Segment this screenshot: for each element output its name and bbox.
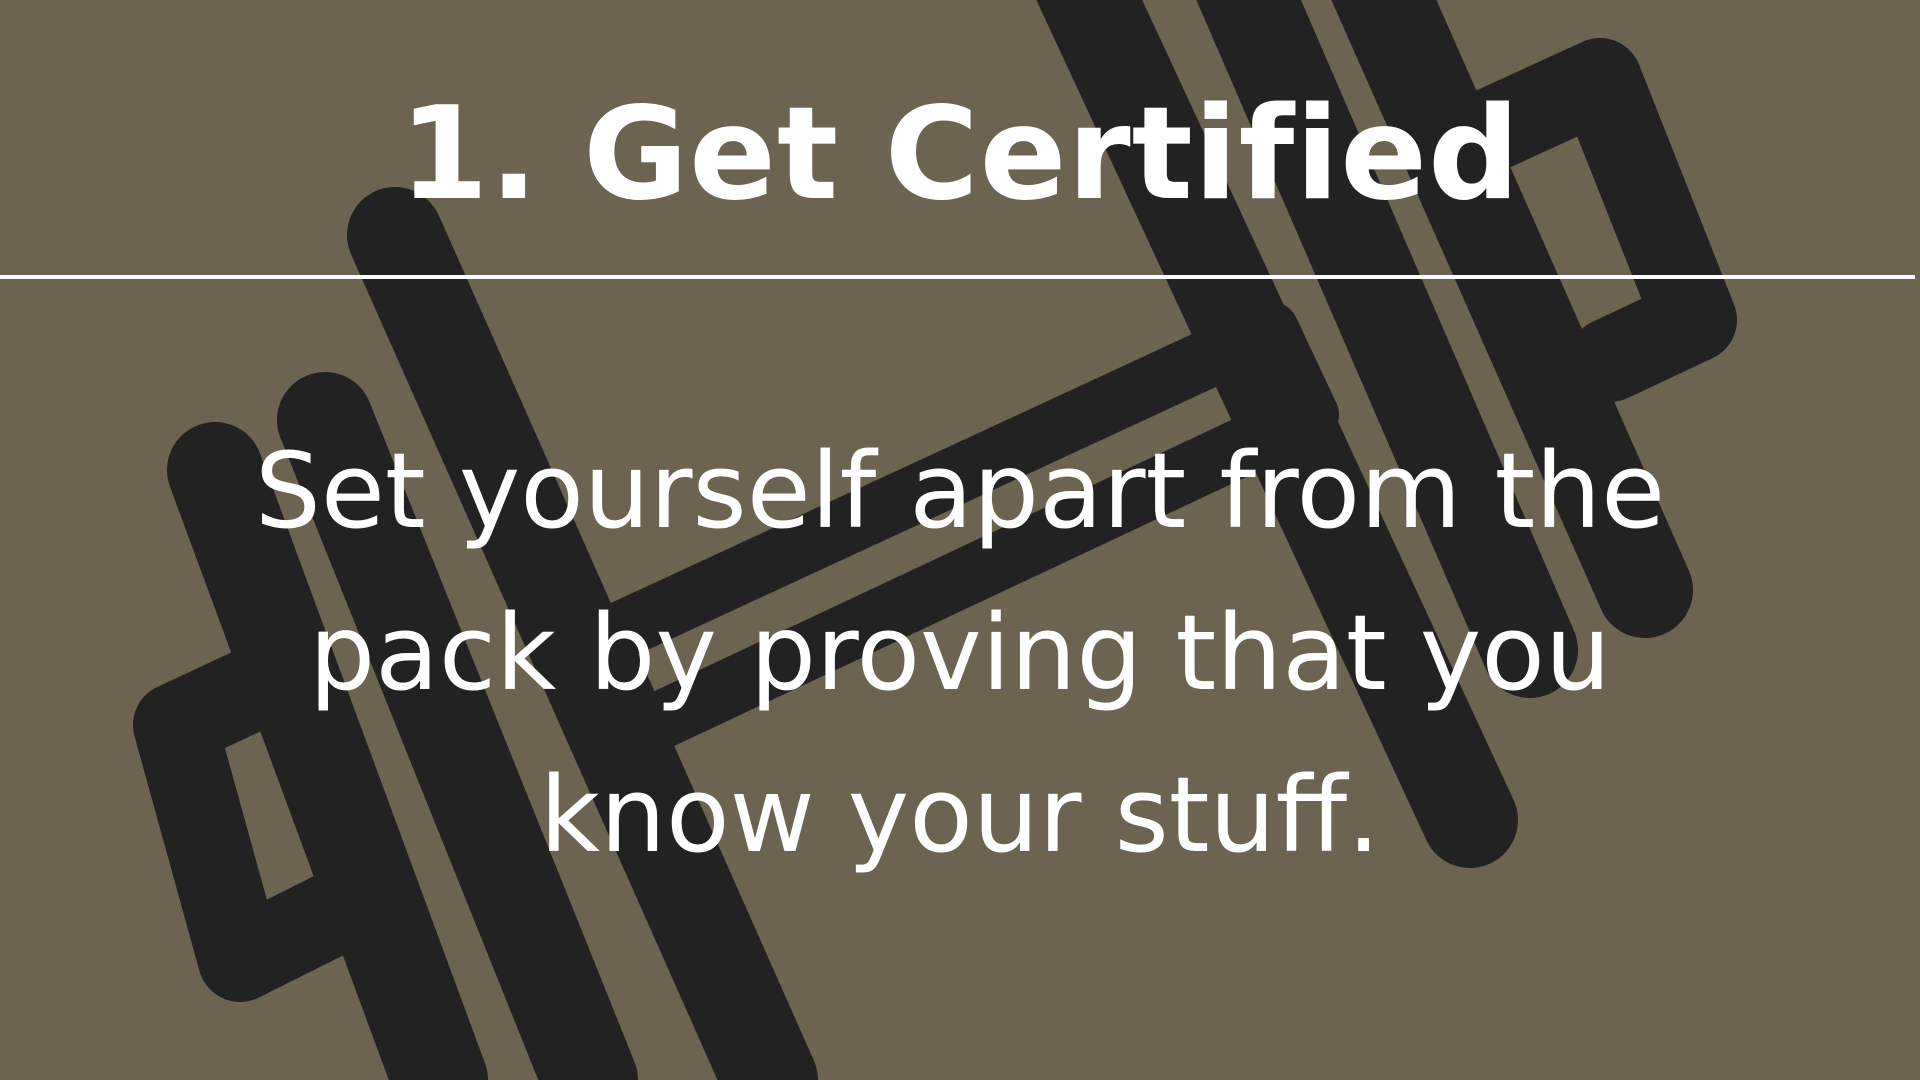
slide-body-text: Set yourself apart from the pack by prov…: [254, 430, 1666, 876]
heading-divider: [0, 275, 1915, 279]
heading-number: 1.: [399, 80, 540, 229]
heading-title: Get Certified: [583, 80, 1521, 229]
slide-heading: 1. Get Certified: [0, 80, 1920, 230]
